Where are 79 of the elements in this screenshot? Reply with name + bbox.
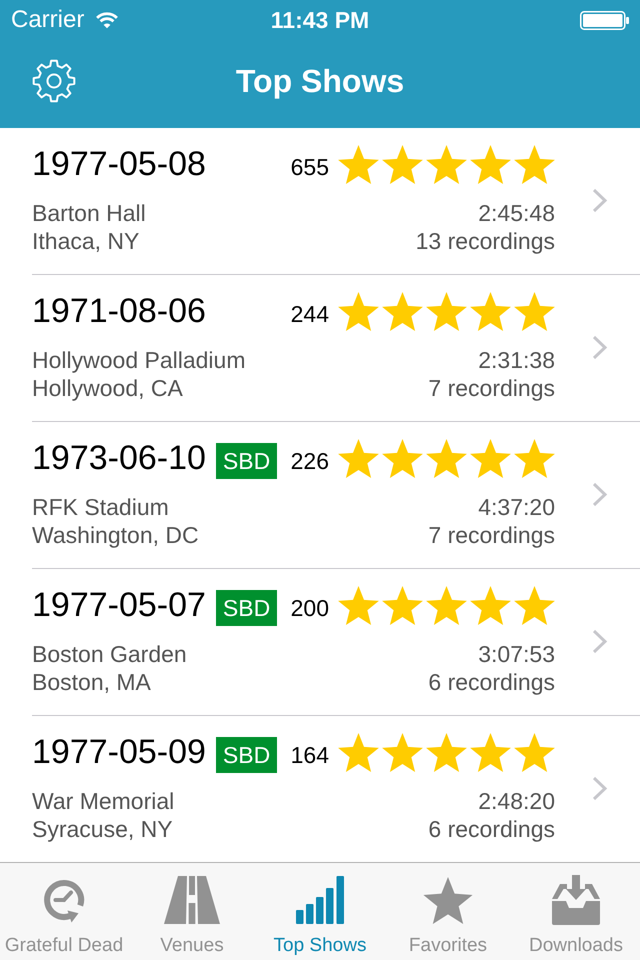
show-date: 1973-06-10 [32,438,206,478]
tray-arrow-icon [552,875,600,925]
settings-button[interactable] [32,59,76,103]
star-icon [514,732,555,772]
show-row[interactable]: 1977-05-07 SBD 200 Boston Garden 3:07:53 Boston, MA 6 recordings [32,569,640,716]
show-date: 1971-08-06 [32,291,206,331]
rating-count: 655 [290,153,329,181]
bar-chart-icon [296,876,344,924]
star-icon [382,292,423,330]
chevron-icon [592,628,608,654]
tab[interactable]: Top Shows [256,863,384,960]
show-duration: 2:31:38 [478,346,555,374]
rating-count: 244 [290,300,329,328]
venue-location: Washington, DC [32,521,199,549]
chevron-icon [592,482,608,506]
venue-name: War Memorial [32,787,174,815]
battery-icon [580,10,629,30]
star-icon [338,438,379,478]
sbd-label: SBD [216,442,278,478]
sbd-label: SBD [216,736,278,772]
recordings-count: 7 recordings [428,521,555,549]
status-time: 11:43 PM [270,6,370,34]
screen-title: Top Shows [236,62,404,100]
show-date: 1977-05-09 [32,732,206,772]
show-duration: 2:45:48 [478,199,555,227]
star-icon [470,438,511,478]
star-icon [470,292,511,330]
star-icon [426,144,467,184]
star-icon [470,732,511,772]
show-duration: 3:07:53 [478,640,555,668]
star-icon [426,438,467,478]
star-icon [382,732,423,772]
show-duration: 4:37:20 [478,493,555,521]
chevron-icon [592,776,608,800]
star-icon [514,586,555,624]
venue-name: RFK Stadium [32,493,169,521]
sbd-label: SBD [216,590,278,626]
rating-count: 164 [290,740,329,768]
rating-count: 200 [290,594,329,622]
show-date: 1977-05-07 [32,584,206,624]
show-duration: 2:48:20 [478,787,555,815]
star-icon [338,144,379,184]
rating-count: 226 [290,446,329,474]
star-icon [426,732,467,772]
venue-name: Boston Garden [32,640,187,668]
star-icon [426,586,467,624]
star-icon [382,438,423,478]
star-icon [426,292,467,330]
recordings-count: 13 recordings [416,227,555,255]
wifi-icon [95,12,120,28]
venue-name: Hollywood Palladium [32,346,246,374]
venue-location: Ithaca, NY [32,227,140,255]
star-icon [514,144,555,184]
show-date: 1977-05-08 [32,144,206,184]
star-icon [423,876,473,924]
star-icon [338,292,379,330]
star-icon [382,586,423,624]
show-row[interactable]: 1973-06-10 SBD 226 RFK Stadium 4:37:20 Washington, DC 7 recordings [32,422,640,569]
star-icon [338,732,379,772]
venue-location: Boston, MA [32,668,151,696]
settings-icon [32,59,76,103]
show-row[interactable]: 1971-08-06 244 Hollywood Palladium 2:31:38 Hollywood, CA 7 recordings [32,275,640,422]
show-row[interactable]: 1977-05-08 655 Barton Hall 2:45:48 Ithaca, NY 13 recordings [32,128,640,275]
chevron-icon [592,334,608,360]
star-icon [514,438,555,478]
recordings-count: 7 recordings [428,374,555,402]
venue-name: Barton Hall [32,199,146,227]
venue-location: Syracuse, NY [32,815,173,843]
star-icon [514,292,555,330]
star-icon [470,586,511,624]
carrier-name: Carrier [11,6,84,34]
road-icon [164,876,220,924]
recordings-count: 6 recordings [428,815,555,843]
star-icon [338,586,379,624]
venue-location: Hollywood, CA [32,374,183,402]
star-icon [470,144,511,184]
star-icon [382,144,423,184]
recordings-count: 6 recordings [428,668,555,696]
chevron-icon [592,188,608,212]
